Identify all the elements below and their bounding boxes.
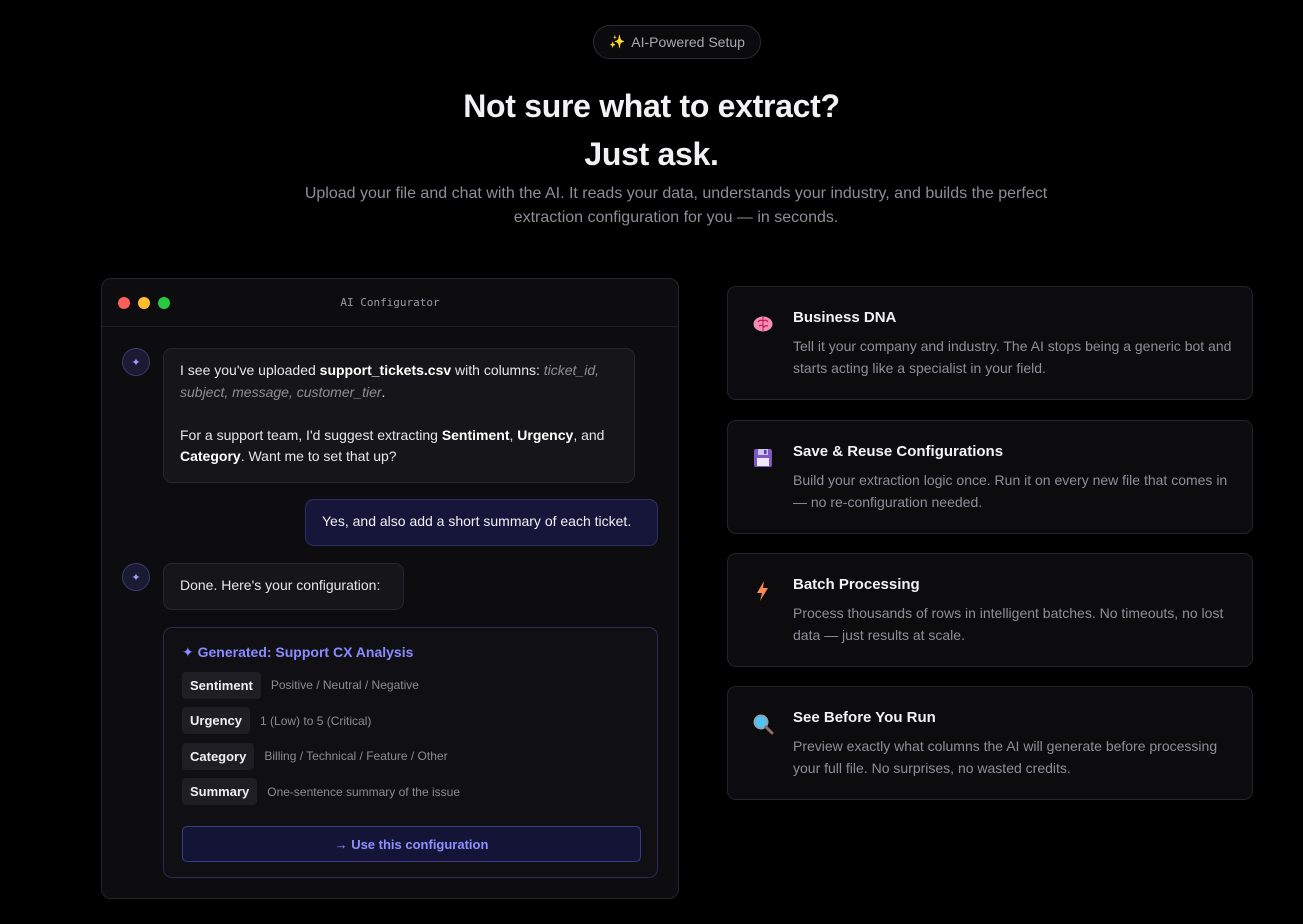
config-tag: Urgency — [182, 707, 251, 734]
generated-config-card: ✦ Generated: Support CX Analysis Sentime… — [163, 627, 658, 878]
maximize-window-dot[interactable] — [158, 297, 170, 309]
config-row: Sentiment Positive / Neutral / Negative — [182, 671, 639, 699]
config-row: Summary One-sentence summary of the issu… — [182, 778, 639, 806]
title-line-1: Not sure what to extract? — [463, 88, 840, 124]
title-line-2: Just ask. — [584, 136, 719, 172]
page-subtitle: Upload your file and chat with the AI. I… — [304, 185, 1048, 226]
feature-title: See Before You Run — [793, 709, 936, 726]
config-tag: Category — [182, 742, 255, 770]
config-row: Category Billing / Technical / Feature /… — [182, 742, 639, 770]
config-desc: Positive / Neutral / Negative — [270, 678, 419, 692]
feature-title: Business DNA — [793, 309, 897, 326]
assistant-avatar-icon: ✦ — [122, 563, 150, 591]
assistant-message-2: Done. Here's your configuration: — [163, 563, 404, 610]
user-message: Yes, and also add a short summary of eac… — [305, 499, 658, 546]
sparkles-icon: ✨ — [609, 34, 626, 49]
feature-title: Batch Processing — [793, 576, 920, 593]
magnifier-icon — [753, 714, 774, 735]
minimize-window-dot[interactable] — [138, 297, 150, 309]
use-configuration-button[interactable]: → Use this configuration — [182, 826, 641, 862]
ai-powered-badge: ✨ AI-Powered Setup — [593, 25, 761, 59]
feature-card-save-reuse: Save & Reuse Configurations Build your e… — [727, 420, 1253, 534]
feature-card-batch-processing: Batch Processing Process thousands of ro… — [727, 553, 1253, 667]
window-title: AI Configurator — [340, 296, 440, 309]
config-row: Urgency 1 (Low) to 5 (Critical) — [182, 707, 639, 735]
feature-card-business-dna: Business DNA Tell it your company and in… — [727, 286, 1253, 400]
page-title: Not sure what to extract? Just ask. — [0, 82, 1303, 178]
feature-desc: Tell it your company and industry. The A… — [793, 338, 1232, 376]
assistant-avatar-icon: ✦ — [122, 348, 150, 376]
window-titlebar: AI Configurator — [102, 279, 678, 327]
config-tag: Sentiment — [182, 671, 261, 699]
feature-title: Save & Reuse Configurations — [793, 443, 1004, 460]
lightning-icon — [757, 581, 768, 601]
badge-label: AI-Powered Setup — [631, 34, 745, 50]
config-desc: 1 (Low) to 5 (Critical) — [260, 713, 372, 728]
config-tag: Summary — [182, 778, 258, 805]
config-desc: One-sentence summary of the issue — [267, 784, 461, 799]
brain-icon — [753, 316, 773, 332]
feature-desc: Process thousands of rows in intelligent… — [793, 605, 1224, 643]
ai-configurator-window: AI Configurator ✦ I see you've uploaded … — [101, 278, 679, 899]
feature-card-see-before-you-run: See Before You Run Preview exactly what … — [727, 686, 1253, 800]
floppy-disk-icon — [754, 449, 772, 467]
assistant-message-1: I see you've uploaded support_tickets.cs… — [163, 348, 635, 483]
config-desc: Billing / Technical / Feature / Other — [264, 749, 448, 763]
close-window-dot[interactable] — [118, 297, 130, 309]
feature-desc: Preview exactly what columns the AI will… — [793, 738, 1218, 776]
feature-desc: Build your extraction logic once. Run it… — [793, 472, 1228, 510]
config-title: ✦ Generated: Support CX Analysis — [182, 644, 414, 660]
